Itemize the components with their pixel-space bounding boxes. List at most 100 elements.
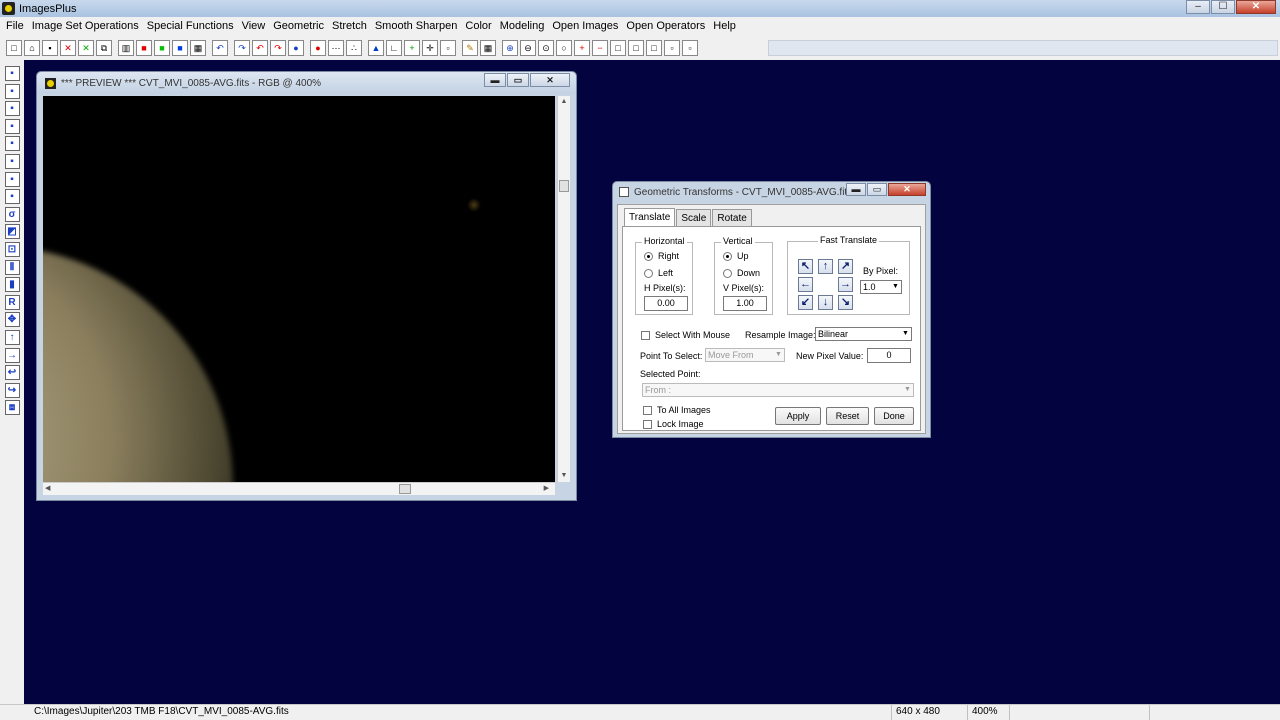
- vertical-scrollbar[interactable]: ▲ ▼: [557, 96, 570, 482]
- left-tool-2-icon[interactable]: ▪: [4, 83, 20, 99]
- minus-box-icon[interactable]: −: [592, 40, 608, 56]
- undo-icon[interactable]: ↶: [212, 40, 228, 56]
- reset-button[interactable]: Reset: [826, 407, 869, 425]
- preview-title-bar[interactable]: *** PREVIEW *** CVT_MVI_0085-AVG.fits - …: [37, 72, 576, 94]
- left-tool-5-icon[interactable]: ▪: [4, 136, 20, 152]
- left-tool-17-icon[interactable]: →: [4, 347, 20, 363]
- preview-minimize-button[interactable]: ▬: [484, 73, 506, 87]
- move-right-button[interactable]: →: [838, 277, 853, 292]
- box-1-icon[interactable]: □: [610, 40, 626, 56]
- radio-up-indicator[interactable]: [723, 251, 732, 261]
- tab-rotate[interactable]: Rotate: [712, 209, 752, 227]
- minimize-button[interactable]: –: [1186, 0, 1210, 14]
- left-tool-10-icon[interactable]: ◩: [4, 224, 20, 240]
- zoom-in-icon[interactable]: ⊕: [502, 40, 518, 56]
- new-pixel-value-input[interactable]: 0: [867, 348, 911, 363]
- left-tool-13-icon[interactable]: ▮: [4, 277, 20, 293]
- selected-point-chevron-down-icon[interactable]: ▼: [902, 384, 913, 396]
- box-5-icon[interactable]: ▫: [682, 40, 698, 56]
- save-icon[interactable]: ▪: [42, 40, 58, 56]
- menu-color[interactable]: Color: [461, 20, 495, 32]
- add-icon[interactable]: +: [404, 40, 420, 56]
- by-pixel-chevron-down-icon[interactable]: ▼: [890, 281, 901, 293]
- red-channel-icon[interactable]: ■: [136, 40, 152, 56]
- radio-right[interactable]: Right: [644, 251, 679, 261]
- tab-scale[interactable]: Scale: [676, 209, 712, 227]
- zoom-out-icon[interactable]: ⊖: [520, 40, 536, 56]
- blue-channel-icon[interactable]: ■: [172, 40, 188, 56]
- menu-open-images[interactable]: Open Images: [548, 20, 622, 32]
- left-tool-6-icon[interactable]: ▪: [4, 153, 20, 169]
- left-tool-11-icon[interactable]: ⊡: [4, 241, 20, 257]
- box-3-icon[interactable]: □: [646, 40, 662, 56]
- scroll-up-arrow-icon[interactable]: ▲: [558, 96, 570, 108]
- move-up-left-button[interactable]: ↖: [798, 259, 813, 274]
- record-icon[interactable]: ●: [288, 40, 304, 56]
- menu-smooth-sharpen[interactable]: Smooth Sharpen: [371, 20, 462, 32]
- copy-icon[interactable]: ⧉: [96, 40, 112, 56]
- menu-special-functions[interactable]: Special Functions: [143, 20, 238, 32]
- point-to-select-select[interactable]: Move From ▼: [705, 348, 785, 362]
- redo-icon[interactable]: ↷: [234, 40, 250, 56]
- move-down-right-button[interactable]: ↘: [838, 295, 853, 310]
- radio-left-indicator[interactable]: [644, 268, 653, 278]
- box-2-icon[interactable]: □: [628, 40, 644, 56]
- histogram-icon[interactable]: ▲: [368, 40, 384, 56]
- scroll-right-arrow-icon[interactable]: ▶: [544, 483, 549, 495]
- h-pixels-input[interactable]: 0.00: [644, 296, 688, 311]
- zoom-fit-icon[interactable]: ⊙: [538, 40, 554, 56]
- left-tool-14-icon[interactable]: R: [4, 294, 20, 310]
- dialog-maximize-button[interactable]: ▭: [867, 183, 887, 196]
- preview-maximize-button[interactable]: ▭: [507, 73, 529, 87]
- zoom-reset-icon[interactable]: ○: [556, 40, 572, 56]
- left-tool-8-icon[interactable]: ▪: [4, 189, 20, 205]
- move-left-button[interactable]: ←: [798, 277, 813, 292]
- box-4-icon[interactable]: ▫: [664, 40, 680, 56]
- pencil-icon[interactable]: ✎: [462, 40, 478, 56]
- resample-chevron-down-icon[interactable]: ▼: [900, 328, 911, 340]
- open-icon[interactable]: ⌂: [24, 40, 40, 56]
- menu-open-operators[interactable]: Open Operators: [622, 20, 709, 32]
- left-tool-18-icon[interactable]: ↩: [4, 365, 20, 381]
- crosshair-icon[interactable]: ✛: [422, 40, 438, 56]
- left-tool-19-icon[interactable]: ↪: [4, 382, 20, 398]
- new-icon[interactable]: □: [6, 40, 22, 56]
- grid-icon[interactable]: ▦: [190, 40, 206, 56]
- menu-file[interactable]: File: [2, 20, 28, 32]
- to-all-images-checkbox[interactable]: To All Images: [643, 405, 711, 415]
- dots-icon[interactable]: ⋯: [328, 40, 344, 56]
- left-tool-1-icon[interactable]: ▪: [4, 66, 20, 81]
- cancel-icon[interactable]: ✕: [78, 40, 94, 56]
- redo-all-icon[interactable]: ↷: [270, 40, 286, 56]
- image-canvas[interactable]: [43, 96, 555, 482]
- select-with-mouse-box[interactable]: [641, 330, 650, 340]
- undo-all-icon[interactable]: ↶: [252, 40, 268, 56]
- vertical-scroll-thumb[interactable]: [559, 180, 569, 192]
- dialog-close-button[interactable]: ✕: [888, 183, 926, 196]
- points-icon[interactable]: ∴: [346, 40, 362, 56]
- preview-window[interactable]: *** PREVIEW *** CVT_MVI_0085-AVG.fits - …: [36, 71, 577, 501]
- v-pixels-input[interactable]: 1.00: [723, 296, 767, 311]
- rgb-channels-icon[interactable]: ▥: [118, 40, 134, 56]
- left-tool-4-icon[interactable]: ▪: [4, 118, 20, 134]
- menu-modeling[interactable]: Modeling: [496, 20, 549, 32]
- radio-right-indicator[interactable]: [644, 251, 653, 261]
- lock-image-checkbox[interactable]: Lock Image: [643, 419, 704, 429]
- menu-stretch[interactable]: Stretch: [328, 20, 371, 32]
- scroll-down-arrow-icon[interactable]: ▼: [558, 470, 570, 482]
- dialog-title-bar[interactable]: Geometric Transforms - CVT_MVI_0085-AVG.…: [613, 182, 930, 202]
- menu-view[interactable]: View: [238, 20, 270, 32]
- done-button[interactable]: Done: [874, 407, 914, 425]
- horizontal-scroll-thumb[interactable]: [399, 484, 411, 494]
- horizontal-scrollbar[interactable]: ◀ ▶: [43, 482, 555, 495]
- move-down-left-button[interactable]: ↙: [798, 295, 813, 310]
- radio-down-indicator[interactable]: [723, 268, 732, 278]
- resample-select[interactable]: Bilinear ▼: [815, 327, 912, 341]
- radio-left[interactable]: Left: [644, 268, 673, 278]
- left-tool-7-icon[interactable]: ▪: [4, 171, 20, 187]
- to-all-images-box[interactable]: [643, 405, 652, 415]
- apply-button[interactable]: Apply: [775, 407, 821, 425]
- left-tool-16-icon[interactable]: ↑: [4, 329, 20, 345]
- radio-down[interactable]: Down: [723, 268, 760, 278]
- plus-box-icon[interactable]: +: [574, 40, 590, 56]
